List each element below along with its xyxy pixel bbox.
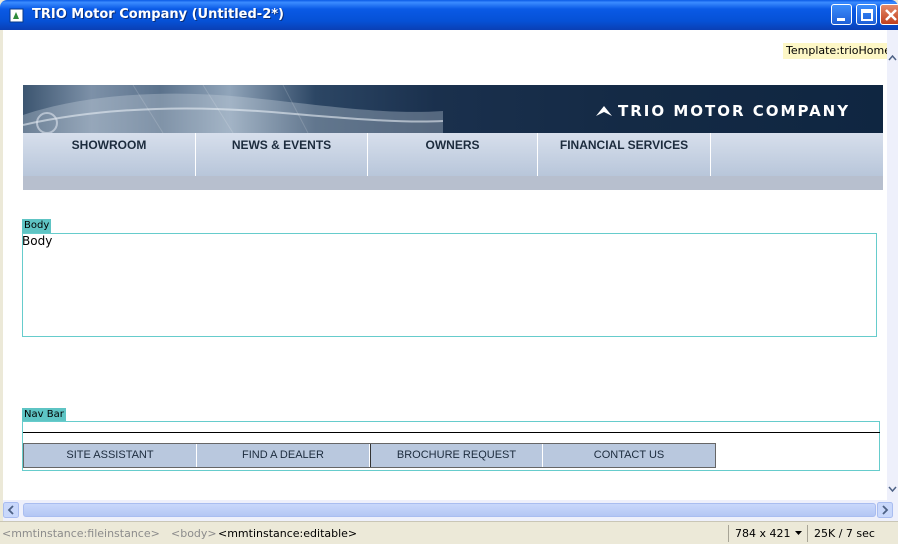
- maximize-icon: [861, 9, 873, 21]
- minimize-icon: [837, 18, 845, 21]
- tag-fileinstance[interactable]: <mmtinstance:fileinstance>: [2, 527, 160, 540]
- document-canvas[interactable]: Template:trioHome TRIO MOTOR COMPANY SHO…: [3, 30, 887, 500]
- nav-item-owners[interactable]: OWNERS: [368, 133, 538, 176]
- nav-item-empty: [711, 133, 883, 176]
- window-size: 784 x 421: [735, 527, 791, 540]
- nav-label: SHOWROOM: [71, 138, 147, 152]
- download-time-text: 25K / 7 sec: [814, 527, 875, 540]
- scroll-right-arrow-icon[interactable]: [877, 502, 893, 518]
- close-icon: [885, 9, 897, 21]
- nav-item-contact-us[interactable]: CONTACT US: [543, 444, 715, 467]
- scroll-up-arrow-icon[interactable]: [887, 52, 898, 64]
- window-title-bar[interactable]: TRIO Motor Company (Untitled-2*): [0, 0, 898, 30]
- nav-divider-band: [23, 176, 883, 190]
- template-label: Template:trioHome: [783, 43, 887, 59]
- body-content[interactable]: Body: [22, 234, 52, 248]
- navbar-rule: [23, 432, 880, 433]
- window-size-selector[interactable]: 784 x 421: [728, 525, 803, 542]
- bottom-navigation: SITE ASSISTANT FIND A DEALER BROCHURE RE…: [23, 443, 716, 468]
- body-region-tab[interactable]: Body: [22, 219, 52, 233]
- horizontal-scrollbar[interactable]: [3, 500, 898, 521]
- horizontal-scroll-thumb[interactable]: [23, 503, 876, 517]
- window-title: TRIO Motor Company (Untitled-2*): [32, 7, 284, 22]
- navbar-region-tab[interactable]: Nav Bar: [22, 408, 66, 422]
- vertical-scrollbar[interactable]: [887, 30, 898, 500]
- maximize-button[interactable]: [856, 4, 877, 25]
- close-button[interactable]: [880, 4, 898, 25]
- minimize-button[interactable]: [831, 4, 852, 25]
- nav-item-showroom[interactable]: SHOWROOM: [23, 133, 196, 176]
- tag-selector-status-bar: <mmtinstance:fileinstance> <body> <mmtin…: [0, 521, 898, 544]
- nav-label: OWNERS: [425, 138, 480, 152]
- download-time: 25K / 7 sec: [807, 525, 880, 542]
- banner-car-graphic: [23, 85, 443, 133]
- nav-item-news-events[interactable]: NEWS & EVENTS: [196, 133, 368, 176]
- nav-item-site-assistant[interactable]: SITE ASSISTANT: [24, 444, 197, 467]
- scroll-left-arrow-icon[interactable]: [3, 502, 19, 518]
- nav-label: FINANCIAL SERVICES: [559, 138, 689, 152]
- brand-logo-icon: [596, 106, 612, 116]
- nav-label: NEWS & EVENTS: [231, 138, 332, 152]
- tag-body[interactable]: <body>: [171, 527, 217, 540]
- tag-editable[interactable]: <mmtinstance:editable>: [218, 527, 357, 540]
- nav-label: [711, 133, 883, 135]
- site-banner: TRIO MOTOR COMPANY: [23, 85, 883, 133]
- top-navigation: SHOWROOM NEWS & EVENTS OWNERS FINANCIAL …: [23, 133, 883, 176]
- body-editable-region[interactable]: [22, 233, 877, 337]
- brand-name: TRIO MOTOR COMPANY: [618, 102, 851, 120]
- scroll-down-arrow-icon[interactable]: [887, 482, 898, 496]
- nav-item-financial-services[interactable]: FINANCIAL SERVICES: [538, 133, 711, 176]
- dropdown-arrow-icon: [795, 531, 802, 535]
- nav-item-find-a-dealer[interactable]: FIND A DEALER: [197, 444, 370, 467]
- nav-item-brochure-request[interactable]: BROCHURE REQUEST: [370, 444, 543, 467]
- document-app-icon: [9, 7, 25, 23]
